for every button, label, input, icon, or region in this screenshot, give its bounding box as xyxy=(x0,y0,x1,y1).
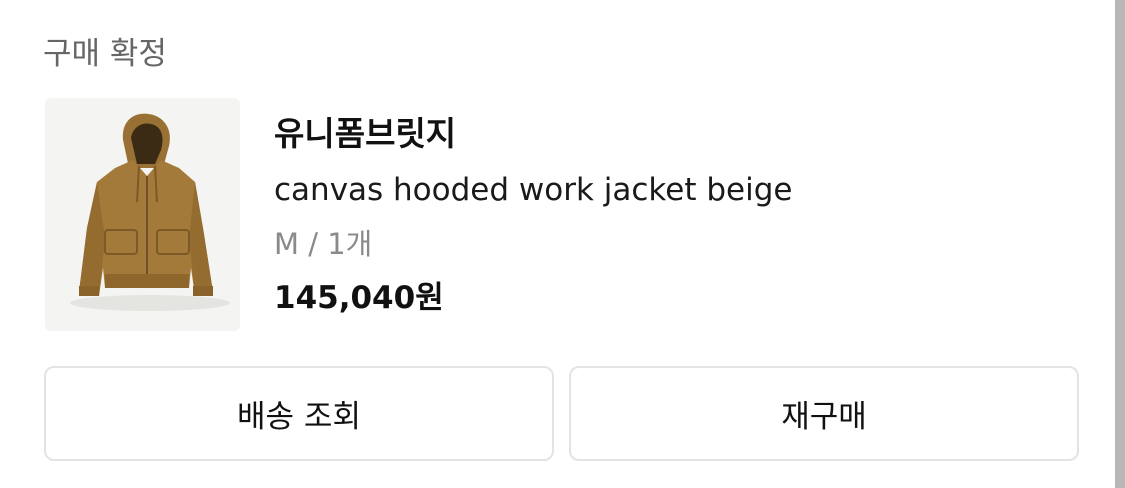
track-delivery-button[interactable]: 배송 조회 xyxy=(44,366,554,461)
order-item-card: 구매 확정 유니폼브릿지 canvas hooded work jacket b… xyxy=(0,0,1125,488)
product-thumbnail[interactable] xyxy=(45,98,240,331)
order-status-label: 구매 확정 xyxy=(43,36,167,72)
product-info: 유니폼브릿지 canvas hooded work jacket beige M… xyxy=(274,110,792,322)
product-brand[interactable]: 유니폼브릿지 xyxy=(274,110,792,158)
rebuy-button[interactable]: 재구매 xyxy=(569,366,1079,461)
scrollbar[interactable] xyxy=(1115,0,1125,488)
product-price: 145,040원 xyxy=(274,280,444,316)
product-row[interactable]: 유니폼브릿지 canvas hooded work jacket beige M… xyxy=(45,98,1045,331)
hooded-jacket-image xyxy=(70,113,230,311)
product-option: M / 1개 xyxy=(274,227,373,261)
product-name[interactable]: canvas hooded work jacket beige xyxy=(274,166,792,214)
